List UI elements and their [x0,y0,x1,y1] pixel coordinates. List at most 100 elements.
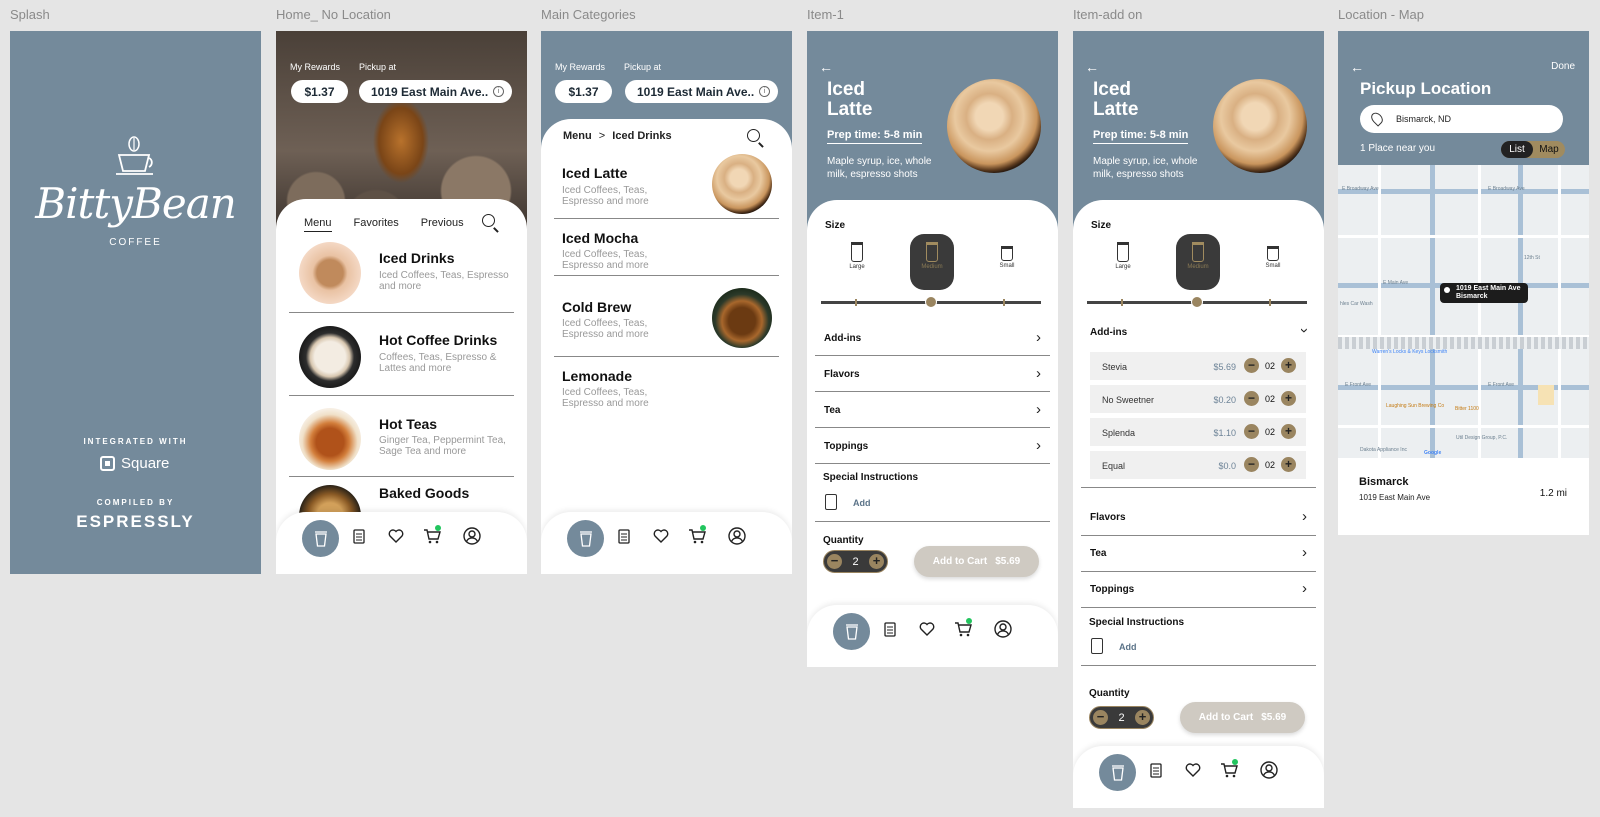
espressly-logo: ESPRESSLY [76,512,195,531]
category-item[interactable]: Hot Coffee Drinks Coffees, Teas, Espress… [289,318,514,396]
nav-home-button[interactable] [1099,754,1136,791]
integrated-with-label: INTEGRATED WITH [83,437,188,446]
breadcrumb-current: Iced Drinks [612,130,672,142]
addin-plus-button[interactable]: + [1281,358,1297,373]
menu-doc-icon[interactable] [353,529,365,544]
quantity-minus-button[interactable]: − [1093,710,1108,725]
category-item[interactable]: Hot Teas Ginger Tea, Peppermint Tea, Sag… [289,400,514,477]
location-search-input[interactable]: Bismarck, ND [1360,105,1563,133]
addin-minus-button[interactable]: − [1244,358,1259,373]
category-title: Iced Drinks [379,250,455,266]
addin-price: $5.69 [1213,362,1236,372]
profile-icon[interactable] [994,620,1012,638]
breadcrumb-root[interactable]: Menu [563,130,592,142]
rewards-pill[interactable]: $1.37 [555,80,612,103]
menu-item[interactable]: Iced Latte Iced Coffees, Teas, Espresso … [554,149,779,219]
quantity-stepper: − 2 + [823,550,888,573]
toggle-list[interactable]: List [1501,141,1533,158]
category-item[interactable]: Iced Drinks Iced Coffees, Teas, Espresso… [289,236,514,313]
location-pill[interactable]: 1019 East Main Ave.. i [625,80,778,103]
addin-minus-button[interactable]: − [1244,457,1259,472]
menu-item[interactable]: Lemonade Iced Coffees, Teas, Espresso an… [554,359,779,419]
back-arrow-icon[interactable]: ← [1350,59,1364,75]
size-option-medium[interactable]: Medium [1176,234,1220,290]
size-option-small[interactable]: Small [1251,234,1295,290]
cart-icon[interactable] [954,618,974,637]
map-street-label: E Front Ave [1488,382,1515,388]
menu-doc-icon[interactable] [618,529,630,544]
special-add-link[interactable]: Add [1119,642,1137,652]
row-add-ins[interactable]: Add-ins › [815,320,1050,356]
back-arrow-icon[interactable]: ← [1085,59,1099,75]
map-view[interactable]: E Broadway Ave E Broadway Ave E Main Ave… [1338,165,1589,458]
row-flavors[interactable]: Flavors › [815,356,1050,392]
menu-doc-icon[interactable] [1150,763,1162,778]
row-tea[interactable]: Tea › [1081,536,1316,572]
heart-icon[interactable] [1185,763,1201,777]
search-icon[interactable] [482,214,495,227]
slider-tick [1121,299,1123,306]
coffee-cup-icon [314,530,327,547]
addin-minus-button[interactable]: − [1244,391,1259,406]
tab-favorites[interactable]: Favorites [354,217,399,232]
location-result-card[interactable]: Bismarck 1019 East Main Ave 1.2 mi [1338,458,1589,535]
tab-previous[interactable]: Previous [421,217,464,232]
toggle-map[interactable]: Map [1533,141,1565,158]
profile-icon[interactable] [728,527,746,545]
search-icon[interactable] [747,129,760,142]
menu-item[interactable]: Cold Brew Iced Coffees, Teas, Espresso a… [554,278,779,357]
location-pill[interactable]: 1019 East Main Ave.. i [359,80,512,103]
size-slider[interactable] [821,296,1041,308]
tab-menu[interactable]: Menu [304,217,332,232]
add-to-cart-button[interactable]: Add to Cart $5.69 [1180,702,1305,733]
category-title: Hot Teas [379,416,438,432]
heart-icon[interactable] [919,622,935,636]
profile-icon[interactable] [1260,761,1278,779]
menu-item-desc: Iced Coffees, Teas, Espresso and more [562,249,649,271]
menu-doc-icon[interactable] [884,622,896,637]
cart-icon[interactable] [1220,759,1240,778]
heart-icon[interactable] [388,529,404,543]
special-add-link[interactable]: Add [853,498,871,508]
info-icon[interactable]: i [759,86,770,97]
info-icon[interactable]: i [493,86,504,97]
add-to-cart-button[interactable]: Add to Cart $5.69 [914,546,1039,577]
nav-home-button[interactable] [567,520,604,557]
row-toppings[interactable]: Toppings › [1081,572,1316,608]
addin-minus-button[interactable]: − [1244,424,1259,439]
back-arrow-icon[interactable]: ← [819,59,833,75]
addin-plus-button[interactable]: + [1281,424,1297,439]
frame-label-location: Location - Map [1338,7,1424,22]
row-flavors[interactable]: Flavors › [1081,500,1316,536]
size-option-large[interactable]: Large [835,234,879,290]
quantity-minus-button[interactable]: − [827,554,842,569]
size-slider[interactable] [1087,296,1307,308]
size-option-small[interactable]: Small [985,234,1029,290]
profile-icon[interactable] [463,527,481,545]
slider-knob[interactable] [1191,296,1203,308]
slider-knob[interactable] [925,296,937,308]
row-tea[interactable]: Tea › [815,392,1050,428]
cart-icon[interactable] [688,525,708,544]
addin-plus-button[interactable]: + [1281,457,1297,472]
row-toppings[interactable]: Toppings › [815,428,1050,464]
done-button[interactable]: Done [1551,61,1575,72]
quantity-plus-button[interactable]: + [1135,710,1150,725]
addin-plus-button[interactable]: + [1281,391,1297,406]
category-title: Baked Goods [379,485,470,501]
row-add-ins-expanded[interactable]: Add-ins › [1081,315,1316,351]
size-option-large[interactable]: Large [1101,234,1145,290]
size-option-medium[interactable]: Medium [910,234,954,290]
map-location-marker[interactable]: 1019 East Main Ave Bismarck [1440,283,1529,303]
nav-home-button[interactable] [302,520,339,557]
bottom-nav [276,512,527,574]
rewards-pill[interactable]: $1.37 [291,80,348,103]
breadcrumb: Menu > Iced Drinks [563,130,672,142]
menu-item[interactable]: Iced Mocha Iced Coffees, Teas, Espresso … [554,221,779,276]
nav-home-button[interactable] [833,613,870,650]
quantity-plus-button[interactable]: + [869,554,884,569]
heart-icon[interactable] [653,529,669,543]
row-label: Flavors [1090,512,1126,523]
cart-icon[interactable] [423,525,443,544]
divider [815,521,1050,522]
